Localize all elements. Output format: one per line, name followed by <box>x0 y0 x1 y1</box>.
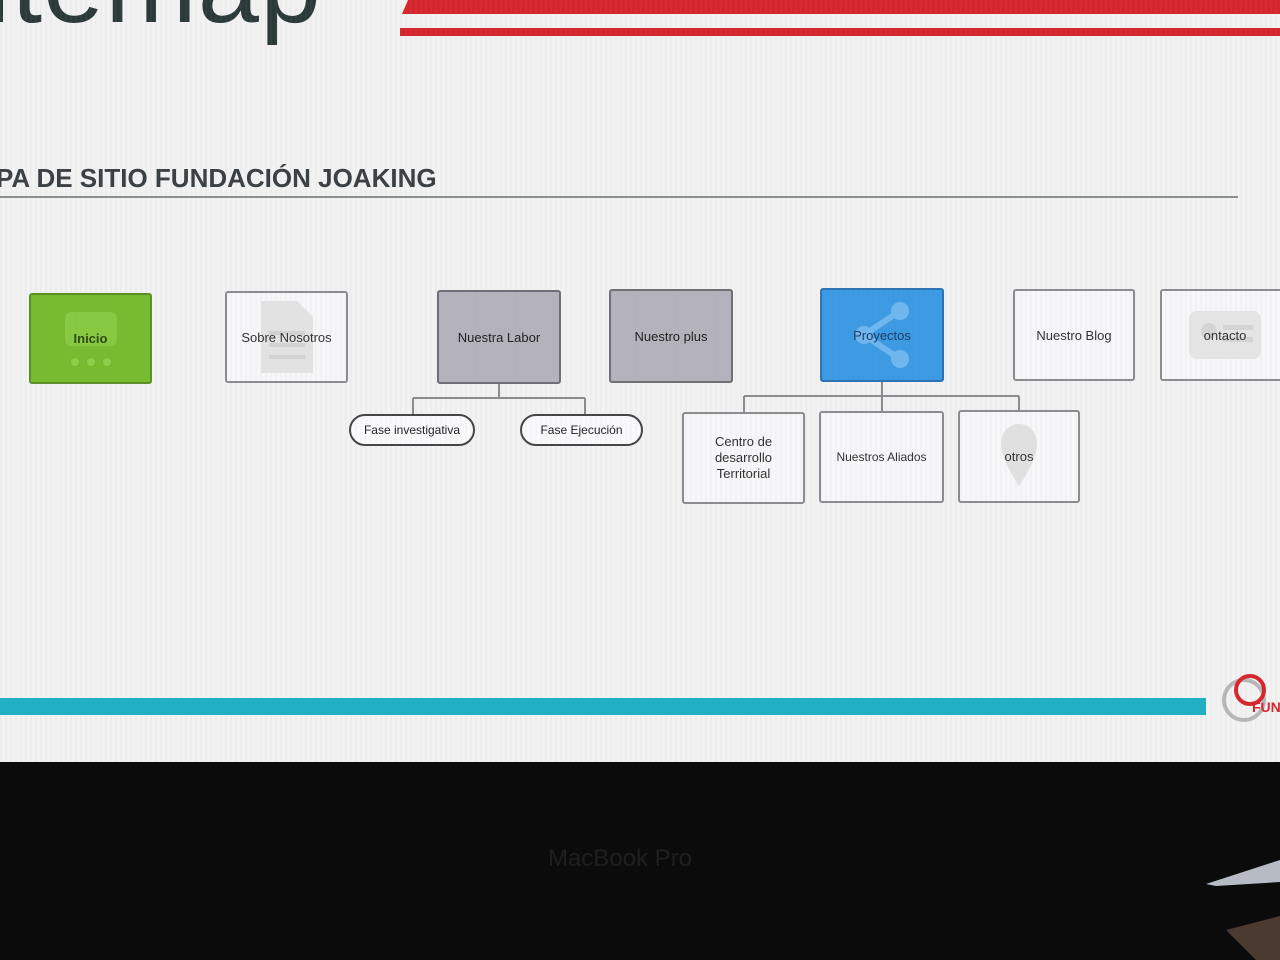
node-centro-desarrollo[interactable]: Centro de desarrollo Territorial <box>682 412 805 504</box>
node-nuestra-labor[interactable]: Nuestra Labor <box>437 290 561 384</box>
node-inicio-label: Inicio <box>73 331 108 346</box>
node-fase-ejecucion-label: Fase Ejecución <box>540 423 623 437</box>
node-centro-desarrollo-label: Centro de desarrollo Territorial <box>714 434 773 481</box>
node-sobre-nosotros[interactable]: Sobre Nosotros <box>225 291 348 383</box>
node-proyectos-label: Proyectos <box>853 327 911 343</box>
node-inicio[interactable]: Inicio <box>29 293 152 384</box>
node-nuestro-plus-label: Nuestro plus <box>634 328 708 344</box>
node-nuestros-aliados[interactable]: Nuestros Aliados <box>819 411 944 503</box>
node-nuestra-labor-label: Nuestra Labor <box>457 329 541 345</box>
device-label: MacBook Pro <box>547 845 693 872</box>
node-otros[interactable]: otros <box>958 410 1080 503</box>
fundacion-logo: FUN <box>1222 674 1280 722</box>
desk-edge <box>1206 860 1280 960</box>
node-contacto-label: ontacto <box>1203 327 1247 343</box>
slide-title: itemap <box>0 0 322 40</box>
node-contacto[interactable]: ontacto <box>1160 289 1280 381</box>
node-nuestro-blog[interactable]: Nuestro Blog <box>1013 289 1135 381</box>
node-proyectos[interactable]: Proyectos <box>820 288 944 382</box>
node-nuestro-blog-label: Nuestro Blog <box>1036 327 1112 343</box>
node-nuestro-plus[interactable]: Nuestro plus <box>609 289 733 383</box>
logo-text: FUN <box>1252 699 1280 715</box>
red-stripes <box>400 0 1280 36</box>
node-sobre-nosotros-label: Sobre Nosotros <box>241 329 332 345</box>
footer-accent-bar <box>0 698 1206 715</box>
node-otros-label: otros <box>1004 449 1034 464</box>
node-nuestros-aliados-label: Nuestros Aliados <box>836 450 927 464</box>
node-fase-ejecucion[interactable]: Fase Ejecución <box>520 414 643 446</box>
subtitle-divider <box>0 196 1238 198</box>
slide-screen: itemap PA DE SITIO FUNDACIÓN JOAKING Ini… <box>0 0 1280 762</box>
node-fase-investigativa-label: Fase investigativa <box>363 423 461 437</box>
node-fase-investigativa[interactable]: Fase investigativa <box>349 414 475 446</box>
sitemap-subtitle: PA DE SITIO FUNDACIÓN JOAKING <box>0 163 437 193</box>
